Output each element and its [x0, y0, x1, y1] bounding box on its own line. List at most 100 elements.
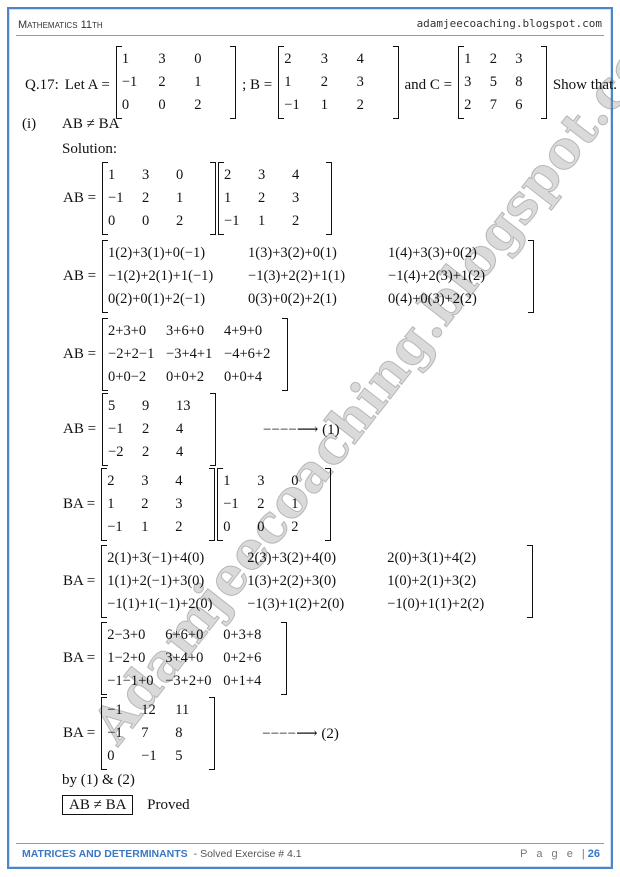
footer-left: MATRICES AND DETERMINANTS - Solved Exerci…	[22, 848, 302, 860]
matrix-cell: 9	[142, 398, 150, 414]
equation-reference: −−−−⟶ (2)	[262, 726, 339, 742]
b-label: ; B =	[242, 76, 273, 93]
matrix-cell: −4+6+2	[224, 346, 271, 362]
step-3: AB = 2+3+0 3+6+0 4+9+0 −2+2−1 −3+4+1 −4+6+2 0+0…	[60, 318, 291, 391]
step-2: AB = 1(2)+3(1)+0(−1) 1(3)+3(2)+0(1) 1(4)+3(…	[60, 240, 537, 313]
footer-chapter: MATRICES AND DETERMINANTS	[22, 848, 188, 860]
matrix-cell: 2	[158, 74, 166, 90]
matrix-cell: −1−1+0	[107, 673, 154, 689]
footer-page: P a g e |26	[520, 848, 600, 860]
matrix-cell: 3	[515, 51, 523, 67]
matrix-cell: 4	[356, 51, 364, 67]
question-tail: Show that.	[552, 76, 617, 93]
step-7: BA = 2−3+0 6+6+0 0+3+8 1−2+0 3+4+0 0+2+6 −1−1+0…	[60, 622, 290, 695]
matrix-cell: 7	[489, 97, 497, 113]
matrix: 5 9 13 −1 2 4 −2 2 4	[102, 393, 217, 466]
matrix: 1 3 0 −1 2 1 0 0 2	[115, 46, 237, 119]
matrix-cell: 2(3)+3(2)+4(0)	[247, 550, 337, 566]
matrix-cell: 3	[175, 496, 183, 512]
matrix-cell: −1(4)+2(3)+1(2)	[388, 268, 486, 284]
matrix-cell: 1	[464, 51, 472, 67]
matrix-cell: 11	[175, 702, 190, 718]
step-lhs: BA =	[63, 573, 96, 589]
step-5: BA = 2 3 4 1 2 3 −1 1 2 1 3 0 −1 2 1 0 0 2	[60, 468, 334, 541]
matrix-c: 1 2 3 3 5 8 2 7 6	[455, 46, 550, 124]
matrix-cell: 1−2+0	[107, 650, 146, 666]
matrix-cell: 2	[176, 213, 184, 229]
matrix-cell: 2	[292, 213, 300, 229]
matrix-cell: 0(3)+0(2)+2(1)	[248, 291, 337, 307]
result-box: AB ≠ BA	[62, 795, 134, 815]
matrix-cell: 0	[107, 748, 115, 764]
solution-label: Solution:	[62, 141, 118, 157]
equation-reference: −−−−⟶ (1)	[263, 422, 340, 438]
matrix-cell: 0+1+4	[223, 673, 262, 689]
matrix-cell: 1	[176, 190, 184, 206]
matrix-cell: 2	[320, 74, 328, 90]
matrix-cell: 6	[515, 97, 523, 113]
matrix-cell: 4+9+0	[224, 323, 263, 339]
header-site: adamjeecoaching.blogspot.com	[416, 17, 602, 30]
matrix-a: 1 3 0 −1 2 1 0 0 2	[113, 46, 239, 124]
matrix-cell: 7	[141, 725, 149, 741]
matrix-cell: 0+2+6	[223, 650, 262, 666]
matrix: 2 3 4 1 2 3 −1 1 2	[101, 468, 216, 541]
matrix-cell: 2(0)+3(1)+4(2)	[387, 550, 477, 566]
matrix-cell: −1(3)+1(2)+2(0)	[247, 596, 345, 612]
matrix-cell: 3	[464, 74, 472, 90]
matrix-cell: 0+3+8	[223, 627, 262, 643]
matrix: 1(2)+3(1)+0(−1) 1(3)+3(2)+0(1) 1(4)+3(3)+0…	[102, 240, 535, 313]
matrix-cell: 8	[175, 725, 183, 741]
page-number: 26	[587, 848, 600, 860]
proved-label: Proved	[147, 797, 190, 813]
question: Q.17: Let A = 1 3 0 −1 2 1 0 0 2 ; B = 2 3 4 1 2 3 −1 1…	[22, 46, 620, 124]
part-label: (i)	[22, 116, 37, 132]
step-lhs: BA =	[63, 496, 96, 512]
matrix-cell: 2	[284, 51, 292, 67]
matrix-cell: 1	[224, 190, 232, 206]
matrix-cell: 0	[194, 51, 202, 67]
step-lhs: AB =	[63, 346, 97, 362]
matrix: 1 3 0 −1 2 1 0 0 2	[102, 162, 217, 235]
matrix-cell: −1	[224, 213, 240, 229]
matrix-cell: 1	[121, 51, 130, 67]
matrix-cell: 0	[108, 213, 116, 229]
step-4: AB = 5 9 13 −1 2 4 −2 2 4 −−−−⟶ (1)	[60, 393, 343, 466]
matrix-cell: 2	[142, 190, 150, 206]
matrix-cell: 2+3+0	[108, 323, 147, 339]
matrix-cell: −1	[223, 496, 239, 512]
matrix-cell: 0	[176, 167, 184, 183]
matrix-cell: 5	[175, 748, 183, 764]
matrix-cell: 2	[224, 167, 232, 183]
matrix-cell: 3	[356, 74, 364, 90]
matrix-cell: 3	[141, 473, 149, 489]
matrix-cell: 2	[175, 519, 183, 535]
conclusion-line: AB ≠ BA Proved	[62, 795, 190, 815]
step-6: BA = 2(1)+3(−1)+4(0) 2(3)+3(2)+4(0) 2(0)+3(…	[60, 545, 536, 618]
matrix-cell: −1(3)+2(2)+1(1)	[248, 268, 346, 284]
matrix: 1 2 3 3 5 8 2 7 6	[458, 46, 547, 119]
matrix-cell: 4	[176, 444, 184, 460]
matrix-cell: 3	[257, 473, 265, 489]
matrix: 2+3+0 3+6+0 4+9+0 −2+2−1 −3+4+1 −4+6+2 0+0−2 0+…	[102, 318, 289, 391]
matrix-cell: 3+6+0	[166, 323, 205, 339]
matrix-cell: −2	[108, 444, 124, 460]
matrix-cell: 2	[142, 444, 150, 460]
matrix-cell: 2	[356, 97, 364, 113]
question-number: Q.17:	[25, 76, 59, 93]
matrix-cell: 12	[141, 702, 156, 718]
matrix-cell: 0	[257, 519, 265, 535]
matrix: 2(1)+3(−1)+4(0) 2(3)+3(2)+4(0) 2(0)+3(1)+4…	[101, 545, 534, 618]
by-label: by (1) & (2)	[62, 772, 135, 788]
footer-divider	[16, 843, 604, 844]
matrix-cell: 8	[515, 74, 523, 90]
matrix-b: 2 3 4 1 2 3 −1 1 2	[275, 46, 401, 124]
matrix-cell: 3	[158, 51, 166, 67]
let-a-label: Let A =	[64, 76, 110, 93]
footer-exercise: - Solved Exercise # 4.1	[193, 848, 302, 860]
matrix-cell: −1	[108, 421, 124, 437]
matrix-cell: 3	[258, 167, 266, 183]
matrix-cell: 1(0)+2(1)+3(2)	[387, 573, 477, 589]
matrix-cell: 3+4+0	[165, 650, 204, 666]
matrix-cell: 2	[142, 421, 150, 437]
